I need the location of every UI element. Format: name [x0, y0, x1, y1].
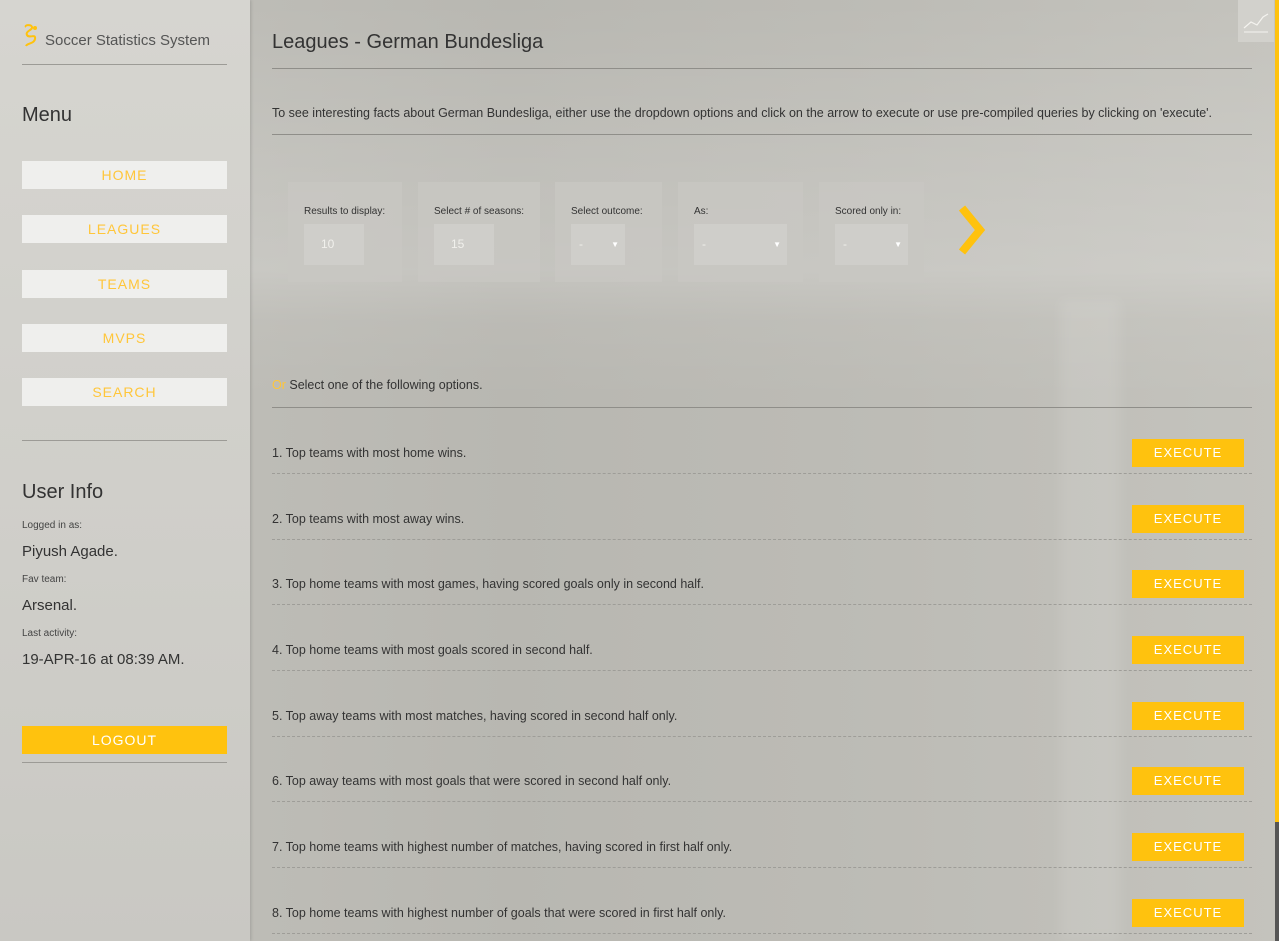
nav-leagues-button[interactable]: LEAGUES — [22, 215, 227, 243]
page-title: Leagues - German Bundesliga — [272, 31, 544, 53]
query-row: 1. Top teams with most home wins. EXECUT… — [272, 439, 1252, 474]
logged-in-value: Piyush Agade. — [22, 543, 118, 560]
line-chart-icon[interactable] — [1238, 0, 1274, 42]
execute-button[interactable]: EXECUTE — [1132, 636, 1244, 664]
nav-mvps-button[interactable]: MVPS — [22, 324, 227, 352]
filter-results: Results to display: 10 — [288, 182, 402, 282]
logged-in-label: Logged in as: — [22, 520, 83, 531]
menu-title: Menu — [22, 104, 73, 126]
query-text: 7. Top home teams with highest number of… — [272, 840, 733, 854]
chevron-right-icon[interactable] — [956, 200, 996, 260]
filter-scored: Scored only in: - ▼ — [819, 182, 924, 282]
caret-down-icon: ▼ — [773, 240, 781, 249]
nav-teams-button[interactable]: TEAMS — [22, 270, 227, 298]
execute-button[interactable]: EXECUTE — [1132, 899, 1244, 927]
fav-team-value: Arsenal. — [22, 597, 78, 614]
results-label: Results to display: — [304, 206, 386, 217]
seasons-input[interactable]: 15 — [434, 224, 494, 265]
query-row: 3. Top home teams with most games, havin… — [272, 570, 1252, 605]
query-row: 2. Top teams with most away wins. EXECUT… — [272, 505, 1252, 540]
nav-home-button[interactable]: HOME — [22, 161, 227, 189]
seasons-label: Select # of seasons: — [434, 206, 525, 217]
brand[interactable]: Soccer Statistics System — [22, 24, 227, 65]
query-text: 6. Top away teams with most goals that w… — [272, 774, 672, 788]
caret-down-icon: ▼ — [894, 240, 902, 249]
as-label: As: — [694, 206, 709, 217]
options-divider — [272, 407, 1252, 408]
query-row: 4. Top home teams with most goals scored… — [272, 636, 1252, 671]
soccer-logo-icon — [22, 24, 42, 47]
fav-team-label: Fav team: — [22, 574, 67, 585]
user-info-title: User Info — [22, 481, 104, 503]
scored-select[interactable]: - ▼ — [835, 224, 908, 265]
brand-name: Soccer Statistics System — [45, 32, 211, 49]
outcome-label: Select outcome: — [571, 206, 643, 217]
query-text: 3. Top home teams with most games, havin… — [272, 577, 704, 591]
main-content: Leagues - German Bundesliga To see inter… — [272, 0, 1252, 941]
title-divider — [272, 68, 1252, 69]
nav-search-button[interactable]: SEARCH — [22, 378, 227, 406]
sidebar-divider — [22, 440, 227, 441]
query-text: 5. Top away teams with most matches, hav… — [272, 709, 678, 723]
as-select[interactable]: - ▼ — [694, 224, 787, 265]
outcome-select[interactable]: - ▼ — [571, 224, 625, 265]
scored-label: Scored only in: — [835, 206, 902, 217]
or-text: Or Select one of the following options. — [272, 378, 483, 392]
intro-text: To see interesting facts about German Bu… — [272, 106, 1213, 120]
query-text: 1. Top teams with most home wins. — [272, 446, 467, 460]
outcome-select-value: - — [579, 237, 583, 251]
execute-button[interactable]: EXECUTE — [1132, 767, 1244, 795]
last-activity-label: Last activity: — [22, 628, 78, 639]
query-row: 5. Top away teams with most matches, hav… — [272, 702, 1252, 737]
sidebar-divider-bottom — [22, 762, 227, 763]
last-activity-value: 19-APR-16 at 08:39 AM. — [22, 651, 185, 668]
scored-select-value: - — [843, 237, 847, 251]
query-row: 7. Top home teams with highest number of… — [272, 833, 1252, 868]
or-instruction: Select one of the following options. — [285, 378, 483, 392]
query-text: 2. Top teams with most away wins. — [272, 512, 465, 526]
filter-as: As: - ▼ — [678, 182, 803, 282]
filter-outcome: Select outcome: - ▼ — [555, 182, 662, 282]
query-text: 8. Top home teams with highest number of… — [272, 906, 726, 920]
scrollbar-thumb[interactable] — [1275, 822, 1279, 941]
execute-button[interactable]: EXECUTE — [1132, 833, 1244, 861]
or-word: Or — [272, 378, 286, 392]
query-row: 8. Top home teams with highest number of… — [272, 899, 1252, 934]
sidebar: Soccer Statistics System Menu HOME LEAGU… — [0, 0, 250, 941]
as-select-value: - — [702, 237, 706, 251]
execute-button[interactable]: EXECUTE — [1132, 505, 1244, 533]
caret-down-icon: ▼ — [611, 240, 619, 249]
logout-button[interactable]: LOGOUT — [22, 726, 227, 754]
page-edge-accent — [1275, 0, 1279, 941]
results-input[interactable]: 10 — [304, 224, 364, 265]
execute-button[interactable]: EXECUTE — [1132, 570, 1244, 598]
intro-divider — [272, 134, 1252, 135]
execute-button[interactable]: EXECUTE — [1132, 439, 1244, 467]
query-row: 6. Top away teams with most goals that w… — [272, 767, 1252, 802]
query-text: 4. Top home teams with most goals scored… — [272, 643, 593, 657]
execute-button[interactable]: EXECUTE — [1132, 702, 1244, 730]
filter-seasons: Select # of seasons: 15 — [418, 182, 540, 282]
